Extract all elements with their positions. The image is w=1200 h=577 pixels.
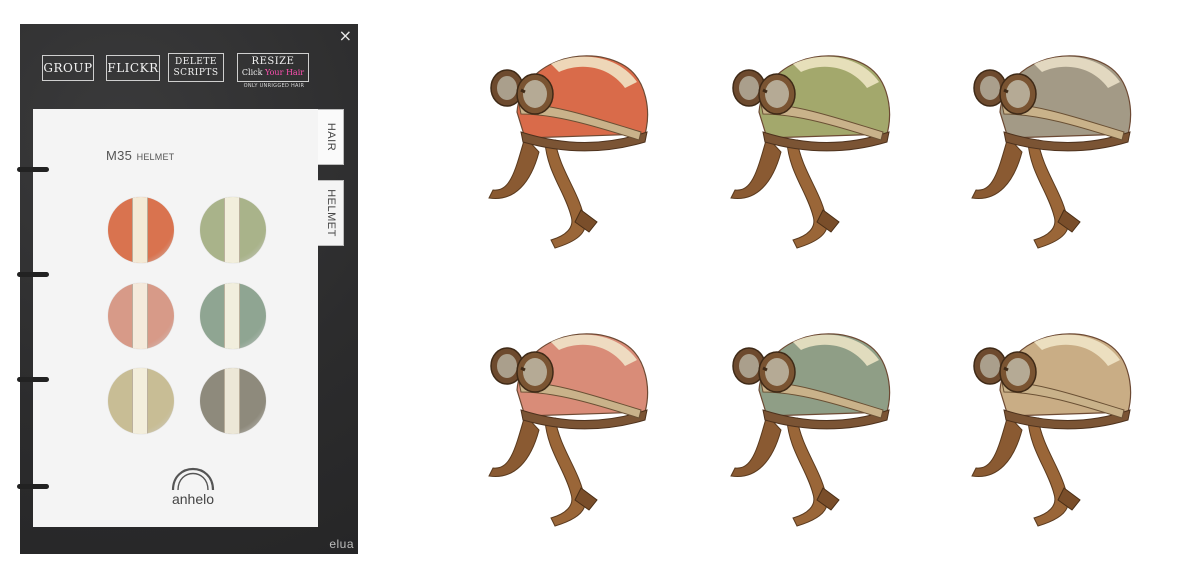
tab-helmet-label: HELMET [324,189,337,237]
resize-click-text: Click [241,68,263,77]
binder-ring [17,377,49,382]
resize-note: ONLY UNRIGGED HAIR [243,83,305,89]
tab-helmet[interactable]: HELMET [318,180,344,246]
helmet-preview-icon[interactable] [485,320,655,530]
binder-ring [17,272,49,277]
logo-text: anhelo [171,491,215,507]
swatch-stripe [224,197,240,263]
binder-ring [17,167,49,172]
group-button[interactable]: GROUP [42,55,94,81]
swatch-stripe [132,283,148,349]
flickr-button[interactable]: FLICKR [106,55,160,81]
resize-label: RESIZE [251,56,295,67]
swatch-stripe [224,368,240,434]
tab-hair-label: HAIR [324,122,337,152]
resize-button[interactable]: RESIZE Click Your Hair [237,53,309,82]
delete-scripts-button[interactable]: DELETE SCRIPTS [168,53,224,82]
delete-label-line1: DELETE [175,57,217,67]
swatch-stripe [132,197,148,263]
page-title: M35 HELMET [106,147,174,165]
swatch-stripe [224,283,240,349]
resize-target-text: Your Hair [265,68,305,77]
tab-hair[interactable]: HAIR [318,109,344,165]
color-swatch[interactable] [200,368,266,434]
close-icon[interactable]: × [339,26,352,45]
color-swatch[interactable] [200,283,266,349]
color-swatch[interactable] [200,197,266,263]
helmet-preview-icon[interactable] [727,42,897,252]
color-swatch[interactable] [108,368,174,434]
resize-hint: Click Your Hair [238,67,308,78]
color-swatch[interactable] [108,197,174,263]
hud-panel: × GROUP FLICKR DELETE SCRIPTS RESIZE Cli… [17,24,358,554]
helmet-preview-icon[interactable] [968,42,1138,252]
brand-label: elua [329,537,354,551]
helmet-preview-icon[interactable] [968,320,1138,530]
book-page: M35 HELMET anhelo [17,109,318,527]
helmet-preview-icon[interactable] [485,42,655,252]
color-swatch[interactable] [108,283,174,349]
swatch-stripe [132,368,148,434]
binder-ring [17,484,49,489]
page-title-model: M35 [106,148,133,163]
helmet-preview-icon[interactable] [727,320,897,530]
page-title-subtitle: HELMET [136,152,175,162]
delete-label-line2: SCRIPTS [173,68,219,78]
